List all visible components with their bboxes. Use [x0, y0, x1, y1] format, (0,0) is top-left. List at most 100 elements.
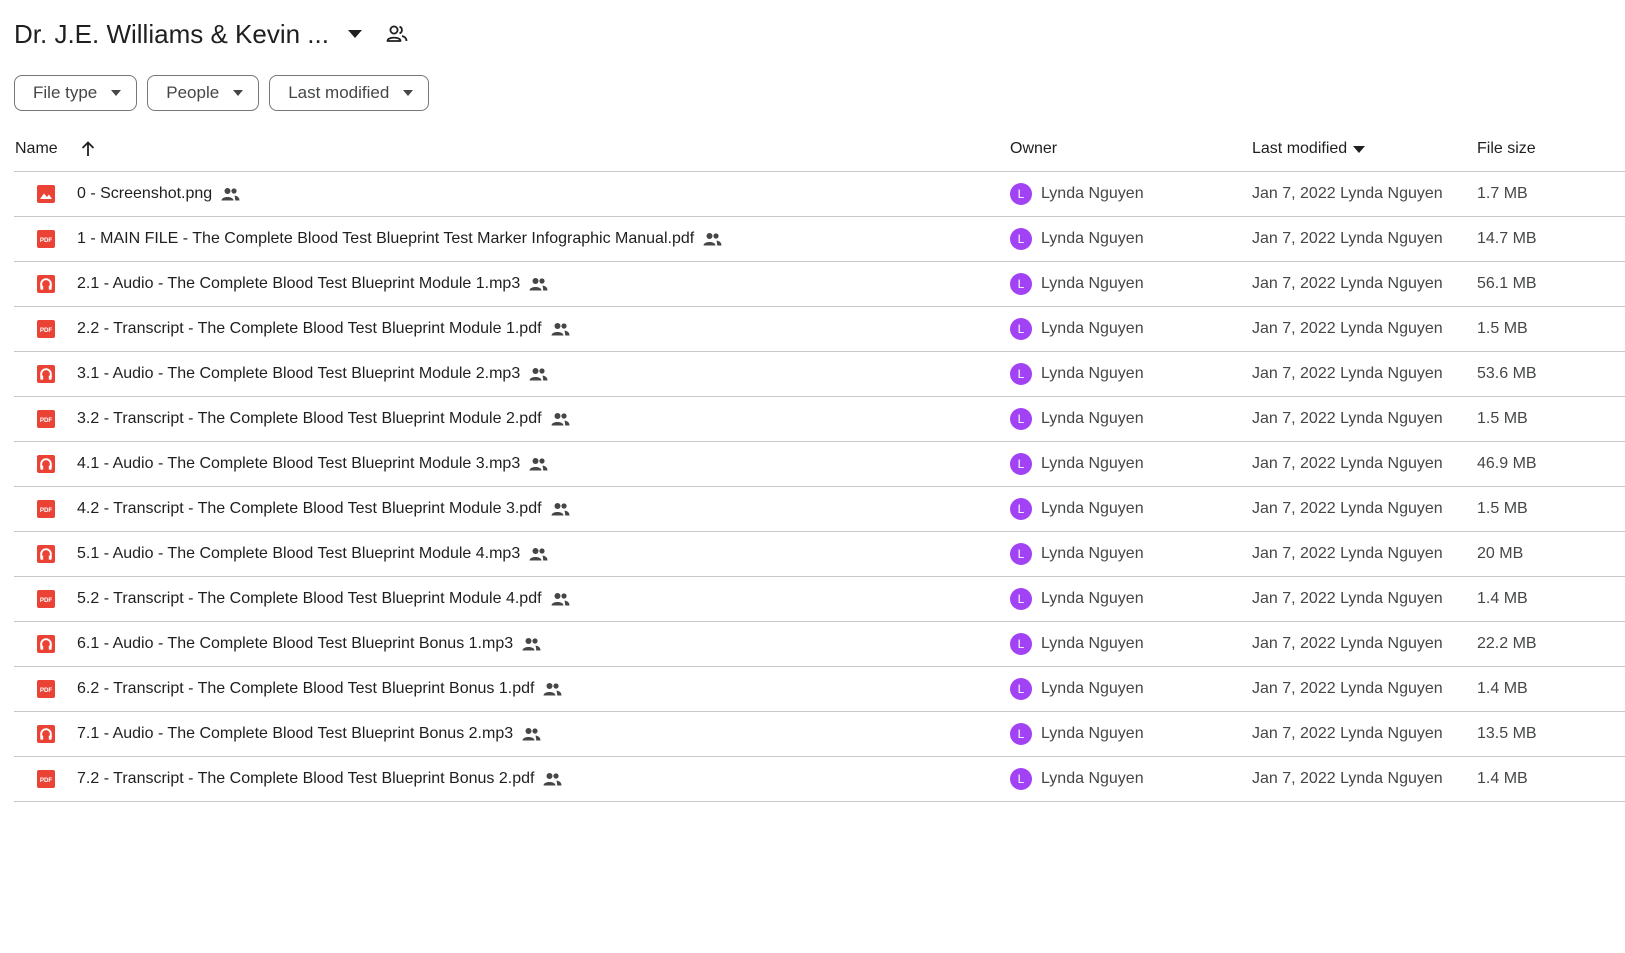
svg-text:PDF: PDF [40, 687, 53, 694]
file-name[interactable]: 2.1 - Audio - The Complete Blood Test Bl… [77, 275, 520, 293]
file-name[interactable]: 1 - MAIN FILE - The Complete Blood Test … [77, 230, 694, 248]
table-row[interactable]: 7.1 - Audio - The Complete Blood Test Bl… [14, 712, 1625, 757]
shared-people-icon [551, 412, 570, 426]
column-header-name[interactable]: Name [15, 140, 96, 158]
file-name[interactable]: 0 - Screenshot.png [77, 185, 212, 203]
last-modified-cell: Jan 7, 2022 Lynda Nguyen [1252, 410, 1443, 427]
shared-people-icon [543, 772, 562, 786]
file-name-cell: 6.1 - Audio - The Complete Blood Test Bl… [77, 635, 541, 653]
avatar: L [1010, 678, 1032, 700]
file-size-cell: 1.5 MB [1477, 410, 1528, 427]
shared-people-icon [551, 322, 570, 336]
arrow-drop-down-icon [403, 90, 414, 96]
filter-chip-people[interactable]: People [147, 75, 260, 111]
file-size-cell: 1.4 MB [1477, 770, 1528, 787]
pdf-file-icon: PDF [37, 410, 55, 428]
people-outline-icon[interactable] [377, 14, 417, 54]
audio-file-icon [37, 635, 55, 653]
shared-people-icon [551, 502, 570, 516]
file-name-cell: 1 - MAIN FILE - The Complete Blood Test … [77, 230, 722, 248]
arrow-upward-icon[interactable] [80, 141, 96, 157]
column-header-owner[interactable]: Owner [1010, 140, 1057, 158]
table-row[interactable]: PDF 4.2 - Transcript - The Complete Blood… [14, 487, 1625, 532]
table-header: Name Owner Last modified File size [14, 128, 1625, 172]
file-name[interactable]: 7.2 - Transcript - The Complete Blood Te… [77, 770, 534, 788]
file-name[interactable]: 2.2 - Transcript - The Complete Blood Te… [77, 320, 542, 338]
table-row[interactable]: 3.1 - Audio - The Complete Blood Test Bl… [14, 352, 1625, 397]
owner-cell: L Lynda Nguyen [1010, 318, 1144, 340]
last-modified-cell: Jan 7, 2022 Lynda Nguyen [1252, 275, 1443, 292]
last-modified-cell: Jan 7, 2022 Lynda Nguyen [1252, 545, 1443, 562]
file-size-cell: 1.4 MB [1477, 680, 1528, 697]
file-name[interactable]: 3.1 - Audio - The Complete Blood Test Bl… [77, 365, 520, 383]
pdf-file-icon: PDF [37, 680, 55, 698]
table-row[interactable]: PDF 6.2 - Transcript - The Complete Blood… [14, 667, 1625, 712]
table-row[interactable]: 0 - Screenshot.png L Lynda Nguyen Jan 7, 20… [14, 172, 1625, 217]
table-row[interactable]: PDF 7.2 - Transcript - The Complete Blood… [14, 757, 1625, 802]
column-header-last-modified-label: Last modified [1252, 140, 1348, 157]
owner-cell: L Lynda Nguyen [1010, 453, 1144, 475]
avatar: L [1010, 723, 1032, 745]
filter-chips: File type People Last modified [14, 75, 430, 111]
shared-people-icon [529, 457, 548, 471]
avatar: L [1010, 318, 1032, 340]
file-name[interactable]: 4.2 - Transcript - The Complete Blood Te… [77, 500, 542, 518]
filter-chip-label: File type [33, 83, 98, 102]
owner-cell: L Lynda Nguyen [1010, 408, 1144, 430]
file-name-cell: 7.1 - Audio - The Complete Blood Test Bl… [77, 725, 541, 743]
last-modified-cell: Jan 7, 2022 Lynda Nguyen [1252, 590, 1443, 607]
owner-name: Lynda Nguyen [1041, 545, 1144, 562]
file-name[interactable]: 7.1 - Audio - The Complete Blood Test Bl… [77, 725, 513, 743]
owner-name: Lynda Nguyen [1041, 455, 1144, 472]
svg-text:PDF: PDF [40, 597, 53, 604]
filter-chip-file-type[interactable]: File type [14, 75, 138, 111]
last-modified-cell: Jan 7, 2022 Lynda Nguyen [1252, 365, 1443, 382]
shared-people-icon [529, 547, 548, 561]
file-name[interactable]: 5.2 - Transcript - The Complete Blood Te… [77, 590, 542, 608]
filter-chip-last-modified[interactable]: Last modified [269, 75, 430, 111]
column-header-last-modified[interactable]: Last modified [1252, 140, 1366, 158]
table-row[interactable]: PDF 3.2 - Transcript - The Complete Blood… [14, 397, 1625, 442]
file-name[interactable]: 5.1 - Audio - The Complete Blood Test Bl… [77, 545, 520, 563]
owner-name: Lynda Nguyen [1041, 680, 1144, 697]
owner-cell: L Lynda Nguyen [1010, 588, 1144, 610]
audio-file-icon [37, 545, 55, 563]
file-table: Name Owner Last modified File size 0 - S… [14, 128, 1625, 802]
table-row[interactable]: PDF 2.2 - Transcript - The Complete Blood… [14, 307, 1625, 352]
table-row[interactable]: 2.1 - Audio - The Complete Blood Test Bl… [14, 262, 1625, 307]
file-name-cell: 7.2 - Transcript - The Complete Blood Te… [77, 770, 562, 788]
last-modified-cell: Jan 7, 2022 Lynda Nguyen [1252, 455, 1443, 472]
avatar: L [1010, 408, 1032, 430]
owner-name: Lynda Nguyen [1041, 410, 1144, 427]
table-row[interactable]: 4.1 - Audio - The Complete Blood Test Bl… [14, 442, 1625, 487]
last-modified-cell: Jan 7, 2022 Lynda Nguyen [1252, 680, 1443, 697]
svg-text:PDF: PDF [40, 507, 53, 514]
shared-people-icon [522, 637, 541, 651]
file-name-cell: 6.2 - Transcript - The Complete Blood Te… [77, 680, 562, 698]
table-row[interactable]: PDF 1 - MAIN FILE - The Complete Blood Te… [14, 217, 1625, 262]
file-name[interactable]: 3.2 - Transcript - The Complete Blood Te… [77, 410, 542, 428]
pdf-file-icon: PDF [37, 590, 55, 608]
table-row[interactable]: PDF 5.2 - Transcript - The Complete Blood… [14, 577, 1625, 622]
file-name[interactable]: 4.1 - Audio - The Complete Blood Test Bl… [77, 455, 520, 473]
folder-header: Dr. J.E. Williams & Kevin ... [14, 14, 417, 54]
pdf-file-icon: PDF [37, 320, 55, 338]
file-size-cell: 1.7 MB [1477, 185, 1528, 202]
audio-file-icon [37, 365, 55, 383]
file-size-cell: 56.1 MB [1477, 275, 1537, 292]
file-name[interactable]: 6.2 - Transcript - The Complete Blood Te… [77, 680, 534, 698]
file-size-cell: 1.4 MB [1477, 590, 1528, 607]
table-row[interactable]: 5.1 - Audio - The Complete Blood Test Bl… [14, 532, 1625, 577]
file-name[interactable]: 6.1 - Audio - The Complete Blood Test Bl… [77, 635, 513, 653]
shared-people-icon [543, 682, 562, 696]
shared-people-icon [703, 232, 722, 246]
avatar: L [1010, 543, 1032, 565]
arrow-drop-down-icon[interactable] [335, 14, 375, 54]
audio-file-icon [37, 275, 55, 293]
column-header-file-size[interactable]: File size [1477, 140, 1536, 158]
folder-title[interactable]: Dr. J.E. Williams & Kevin ... [14, 19, 329, 50]
table-row[interactable]: 6.1 - Audio - The Complete Blood Test Bl… [14, 622, 1625, 667]
sort-descending-icon [1353, 145, 1366, 153]
pdf-file-icon: PDF [37, 770, 55, 788]
avatar: L [1010, 273, 1032, 295]
